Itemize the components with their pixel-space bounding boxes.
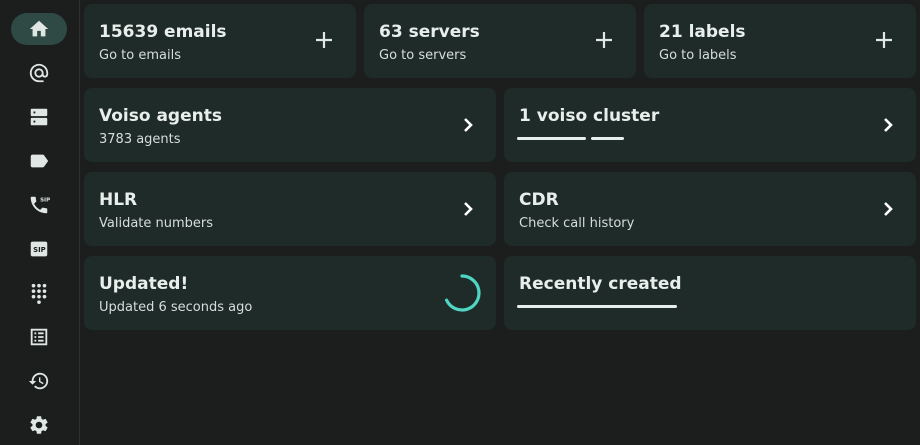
cdr-subtitle: Check call history	[519, 216, 635, 231]
nav-settings[interactable]	[11, 409, 67, 441]
cdr-title: CDR	[519, 190, 559, 210]
at-sign-icon	[29, 63, 49, 83]
voiso-agents-card[interactable]: Voiso agents 3783 agents	[84, 88, 496, 162]
voiso-cluster-title: 1 voiso cluster	[519, 106, 660, 126]
updated-title: Updated!	[99, 274, 189, 294]
labels-card[interactable]: 21 labels Go to labels	[644, 4, 916, 78]
emails-count-title: 15639 emails	[99, 22, 227, 42]
updated-timestamp: Updated 6 seconds ago	[99, 300, 253, 315]
plus-icon	[876, 32, 892, 48]
emails-card[interactable]: 15639 emails Go to emails	[84, 4, 356, 78]
add-server-button[interactable]	[592, 28, 616, 52]
hlr-card[interactable]: HLR Validate numbers	[84, 172, 496, 246]
hlr-subtitle: Validate numbers	[99, 216, 214, 231]
loading-spinner-icon	[445, 274, 481, 312]
sip-phone-icon: SIP	[30, 196, 50, 214]
nav-sip[interactable]: SIP	[11, 233, 67, 265]
nav-home[interactable]	[11, 13, 67, 45]
servers-link-text: Go to servers	[379, 48, 467, 63]
nav-sip-phone[interactable]: SIP	[11, 189, 67, 221]
nav-labels[interactable]	[11, 145, 67, 177]
chevron-right-icon	[460, 199, 476, 219]
dialpad-icon	[31, 283, 47, 304]
nav-dialpad[interactable]	[11, 277, 67, 309]
svg-text:SIP: SIP	[40, 197, 50, 203]
chevron-right-icon	[880, 115, 896, 135]
label-icon	[30, 154, 49, 168]
settings-icon	[30, 416, 48, 434]
plus-icon	[596, 32, 612, 48]
add-email-button[interactable]	[312, 28, 336, 52]
voiso-agents-title: Voiso agents	[99, 106, 222, 126]
cdr-card[interactable]: CDR Check call history	[504, 172, 916, 246]
list-icon	[30, 328, 48, 346]
recently-created-card: Recently created	[504, 256, 916, 330]
updated-card: Updated! Updated 6 seconds ago	[84, 256, 496, 330]
recently-created-title: Recently created	[519, 274, 682, 294]
add-label-button[interactable]	[872, 28, 896, 52]
servers-count-title: 63 servers	[379, 22, 480, 42]
history-icon	[28, 372, 49, 390]
hlr-title: HLR	[99, 190, 138, 210]
chevron-right-icon	[880, 199, 896, 219]
loading-placeholder-bar	[591, 137, 624, 140]
nav-servers[interactable]	[11, 101, 67, 133]
emails-link-text: Go to emails	[99, 48, 181, 63]
nav-history[interactable]	[11, 365, 67, 397]
plus-icon	[316, 32, 332, 48]
svg-text:SIP: SIP	[33, 246, 46, 254]
chevron-right-icon	[460, 115, 476, 135]
nav-emails[interactable]	[11, 57, 67, 89]
loading-placeholder-bar	[517, 305, 677, 308]
home-icon	[29, 20, 49, 37]
servers-icon	[30, 108, 48, 126]
loading-placeholder-bar	[517, 137, 586, 140]
sidebar: SIP SIP	[0, 0, 80, 445]
voiso-cluster-card[interactable]: 1 voiso cluster	[504, 88, 916, 162]
labels-count-title: 21 labels	[659, 22, 746, 42]
nav-list[interactable]	[11, 321, 67, 353]
voiso-agents-count: 3783 agents	[99, 132, 181, 147]
sip-badge-icon: SIP	[30, 241, 48, 257]
labels-link-text: Go to labels	[659, 48, 737, 63]
servers-card[interactable]: 63 servers Go to servers	[364, 4, 636, 78]
